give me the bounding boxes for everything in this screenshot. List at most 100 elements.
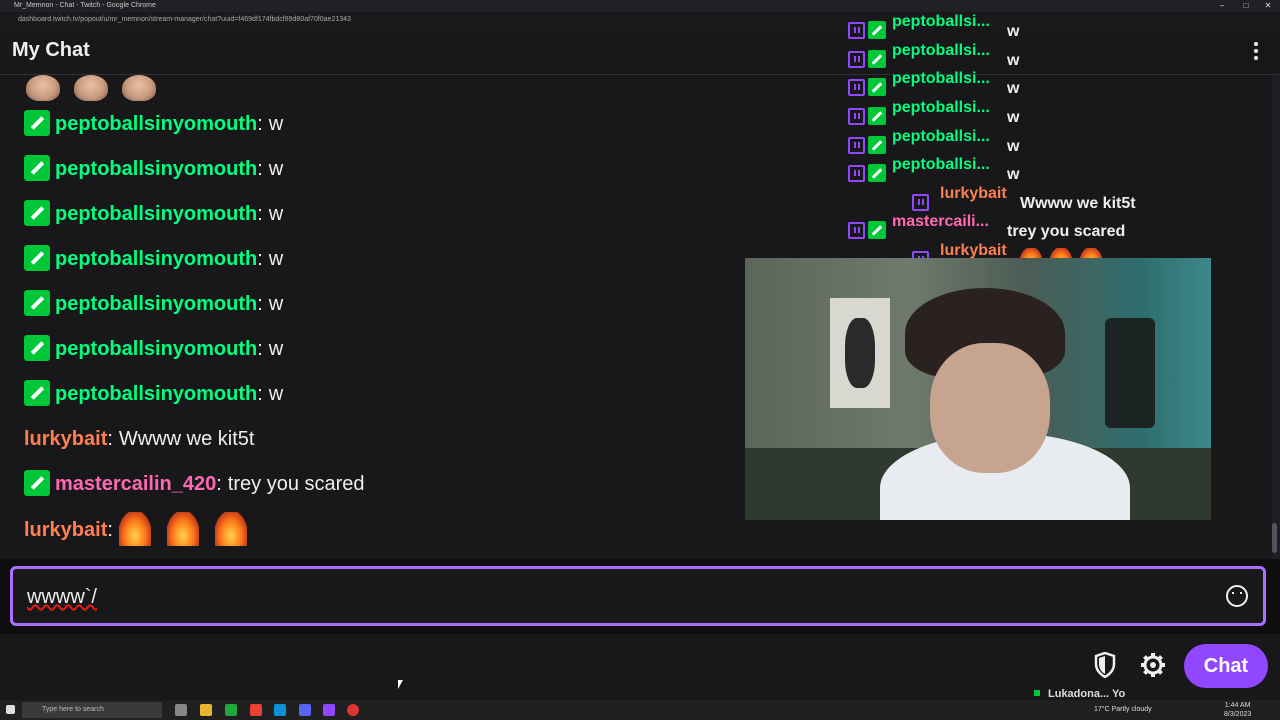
chat-username[interactable]: peptoballsinyomouth — [55, 338, 257, 360]
minimize-icon[interactable]: – — [1212, 0, 1232, 12]
face-emote-icon — [74, 75, 108, 101]
chat-username[interactable]: lurkybait — [24, 519, 107, 541]
chair — [1105, 318, 1155, 428]
badge-icon[interactable] — [24, 335, 50, 361]
mini-chat-line: Lukadona... Yo — [1034, 688, 1125, 700]
badge-icon[interactable] — [24, 470, 50, 496]
chat-username[interactable]: lurkybait — [24, 428, 107, 450]
windows-start-icon[interactable] — [6, 705, 15, 714]
badge-icon[interactable] — [24, 200, 50, 226]
chat-text: w — [268, 113, 284, 135]
chat-separator: : — [257, 203, 263, 225]
chat-username[interactable]: peptoballsinyomouth — [55, 293, 257, 315]
overlay-chat-message: mastercaili...trey you scared — [848, 208, 1125, 240]
overlay-chat-message: peptoballsi...w — [848, 123, 1019, 155]
chat-username[interactable]: mastercailin_420 — [55, 473, 216, 495]
emote-row — [26, 75, 170, 101]
chat-message: lurkybait: Wwww we kit5t — [24, 422, 255, 456]
chat-username[interactable]: peptoballsinyomouth — [55, 113, 257, 135]
streamer-face — [930, 343, 1050, 473]
fire-emote-icon — [118, 512, 151, 546]
maximize-icon[interactable]: □ — [1236, 0, 1256, 12]
address-bar[interactable]: dashboard.twitch.tv/popout/u/mr_memnon/s… — [0, 12, 1280, 28]
badge-icon[interactable] — [24, 290, 50, 316]
taskbar-search[interactable]: Type here to search — [22, 702, 162, 718]
mouse-cursor-icon — [398, 680, 407, 689]
shield-icon[interactable] — [1094, 652, 1116, 678]
browser-title-bar: Mr_Memnon - Chat - Twitch - Google Chrom… — [0, 0, 1280, 12]
more-options-icon[interactable] — [1246, 38, 1266, 64]
badge-icon[interactable] — [24, 155, 50, 181]
edge-icon[interactable] — [274, 704, 286, 716]
page-title: My Chat — [12, 39, 90, 61]
task-view-icon[interactable] — [175, 704, 187, 716]
scrollbar-thumb[interactable] — [1272, 523, 1277, 553]
chat-message: lurkybait: — [24, 512, 263, 546]
overlay-username: peptoballsi... — [892, 13, 990, 30]
badge-icon[interactable] — [24, 245, 50, 271]
chat-scrollbar[interactable] — [1272, 75, 1280, 559]
chat-message: peptoballsinyomouth: w — [24, 332, 283, 366]
chat-message: peptoballsinyomouth: w — [24, 242, 283, 276]
chat-message: peptoballsinyomouth: w — [24, 197, 283, 231]
face-emote-icon — [122, 75, 156, 101]
chat-username[interactable]: peptoballsinyomouth — [55, 383, 257, 405]
badge-icon — [868, 221, 886, 239]
weather-widget[interactable]: 17°C Partly cloudy — [1094, 700, 1152, 720]
chat-text: w — [268, 338, 284, 360]
obs-icon[interactable] — [347, 704, 359, 716]
chat-message: peptoballsinyomouth: w — [24, 107, 283, 141]
settings-gear-icon[interactable] — [1140, 652, 1166, 678]
overlay-username: lurkybait — [940, 185, 1007, 202]
chat-separator: : — [257, 248, 263, 270]
chat-separator: : — [257, 293, 263, 315]
overlay-chat-message: peptoballsi...w — [848, 151, 1019, 183]
chat-separator: : — [257, 383, 263, 405]
taskbar-search-placeholder: Type here to search — [42, 706, 104, 713]
chrome-icon[interactable] — [250, 704, 262, 716]
overlay-username: mastercaili... — [892, 213, 989, 230]
badge-icon[interactable] — [24, 380, 50, 406]
chat-header: My Chat — [0, 28, 1280, 75]
chat-text: w — [268, 158, 284, 180]
webcam-preview — [745, 258, 1211, 520]
clock-time: 1:44 AM — [1224, 702, 1251, 709]
emote-picker-icon[interactable] — [1226, 585, 1248, 607]
xbox-icon[interactable] — [225, 704, 237, 716]
file-explorer-icon[interactable] — [200, 704, 212, 716]
url-text: dashboard.twitch.tv/popout/u/mr_memnon/s… — [18, 16, 351, 23]
taskbar: Type here to search 17°C Partly cloudy 1… — [0, 700, 1280, 720]
send-chat-button[interactable]: Chat — [1184, 644, 1268, 688]
chat-input-field[interactable]: wwww`/ — [10, 566, 1266, 626]
chat-username[interactable]: peptoballsinyomouth — [55, 158, 257, 180]
overlay-username: peptoballsi... — [892, 99, 990, 116]
overlay-chat-message: peptoballsi...w — [848, 37, 1019, 69]
close-icon[interactable]: ✕ — [1258, 0, 1278, 12]
overlay-chat-message: peptoballsi...w — [848, 94, 1019, 126]
badge-icon[interactable] — [24, 110, 50, 136]
chat-controls: Chat Lukadona... Yo — [0, 634, 1280, 700]
chat-message: peptoballsinyomouth: w — [24, 377, 283, 411]
chat-text: trey you scared — [227, 473, 365, 495]
chat-separator: : — [257, 158, 263, 180]
chat-text: w — [268, 203, 284, 225]
overlay-username: peptoballsi... — [892, 156, 990, 173]
face-emote-icon — [26, 75, 60, 101]
badge-icon — [868, 164, 886, 182]
chat-separator: : — [107, 428, 113, 450]
twitch-icon[interactable] — [323, 704, 335, 716]
chat-separator: : — [216, 473, 222, 495]
chat-username[interactable]: peptoballsinyomouth — [55, 203, 257, 225]
badge-icon — [1034, 690, 1040, 696]
chat-message: mastercailin_420: trey you scared — [24, 467, 365, 501]
chat-message: peptoballsinyomouth: w — [24, 287, 283, 321]
chat-message: peptoballsinyomouth: w — [24, 152, 283, 186]
chat-input-value: wwww`/ — [27, 586, 97, 608]
taskbar-clock[interactable]: 1:44 AM 8/3/2023 — [1224, 701, 1251, 719]
discord-icon[interactable] — [299, 704, 311, 716]
overlay-chat-message: peptoballsi...w — [848, 8, 1019, 40]
fire-emote-icon — [214, 512, 247, 546]
overlay-username: peptoballsi... — [892, 42, 990, 59]
chat-separator: : — [257, 113, 263, 135]
chat-username[interactable]: peptoballsinyomouth — [55, 248, 257, 270]
